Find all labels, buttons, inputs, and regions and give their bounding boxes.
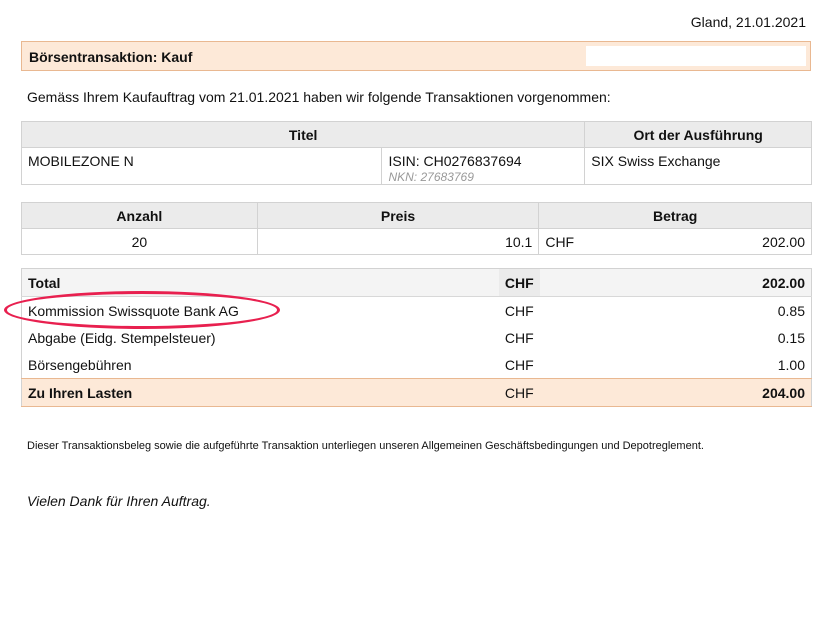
execution-venue: SIX Swiss Exchange (584, 147, 812, 185)
final-currency: CHF (498, 378, 540, 407)
header-preis: Preis (256, 202, 540, 229)
price: 10.1 (256, 228, 540, 255)
header-ort: Ort der Ausführung (584, 121, 812, 148)
fee-currency: CHF (504, 329, 534, 346)
final-label: Zu Ihren Lasten (21, 378, 499, 407)
nkn: NKN: 27683769 (388, 170, 474, 184)
table-row: MOBILEZONE N ISIN: CH0276837694 NKN: 276… (20, 147, 812, 185)
security-name: MOBILEZONE N (20, 147, 383, 185)
disclaimer: Dieser Transaktionsbeleg sowie die aufge… (27, 440, 704, 452)
trade-table: Anzahl Preis Betrag 20 10.1 CHF 202.00 (21, 202, 812, 255)
currency: CHF (545, 233, 575, 250)
isin: ISIN: CH0276837694 (388, 153, 522, 169)
fee-currency: CHF (504, 356, 534, 373)
fee-label: Abgabe (Eidg. Stempelsteuer) (28, 329, 216, 346)
amount-cell: CHF 202.00 (538, 228, 812, 255)
title-banner: Börsentransaktion: Kauf (21, 41, 811, 71)
fee-row-exchange: Börsengebühren CHF 1.00 (22, 351, 812, 379)
fee-amount: 0.15 (777, 329, 805, 346)
fee-currency: CHF (504, 302, 534, 319)
place-date: Gland, 21.01.2021 (690, 14, 806, 30)
security-table: Titel Ort der Ausführung MOBILEZONE N IS… (20, 121, 812, 185)
totals-table: Total CHF 202.00 Kommission Swissquote B… (21, 268, 812, 407)
table-row: 20 10.1 CHF 202.00 (21, 228, 812, 255)
security-ids: ISIN: CH0276837694 NKN: 27683769 (381, 147, 586, 185)
fee-amount: 1.00 (777, 356, 805, 373)
page-title: Börsentransaktion: Kauf (29, 49, 193, 65)
header-anzahl: Anzahl (21, 202, 258, 229)
amount: 202.00 (762, 233, 805, 250)
intro-text: Gemäss Ihrem Kaufauftrag vom 21.01.2021 … (27, 89, 611, 105)
header-titel: Titel (20, 121, 586, 148)
total-amount: 202.00 (539, 268, 812, 297)
quantity: 20 (21, 228, 258, 255)
final-amount: 204.00 (539, 378, 812, 407)
redaction-box (586, 46, 806, 66)
closing-text: Vielen Dank für Ihren Auftrag. (27, 493, 211, 509)
highlight-ellipse (4, 291, 280, 329)
header-betrag: Betrag (538, 202, 812, 229)
fee-label: Börsengebühren (28, 356, 132, 373)
final-row: Zu Ihren Lasten CHF 204.00 (21, 378, 812, 407)
total-currency: CHF (498, 268, 540, 297)
fee-amount: 0.85 (777, 302, 805, 319)
